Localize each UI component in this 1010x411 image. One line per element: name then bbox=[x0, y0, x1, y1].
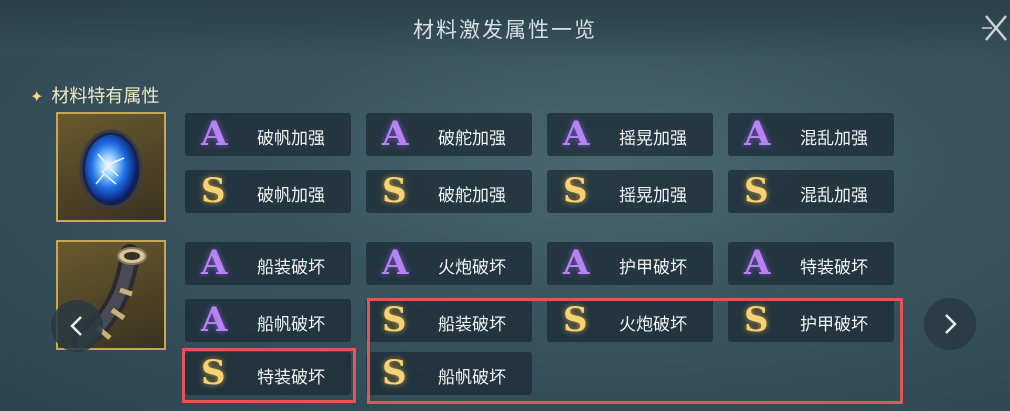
attribute-label: 破帆加强 bbox=[257, 186, 325, 206]
chevron-left-icon bbox=[70, 316, 82, 336]
grade-a-icon: A bbox=[382, 114, 409, 154]
section-title: ✦ 材料特有属性 bbox=[30, 82, 159, 108]
grade-a-icon: A bbox=[744, 114, 771, 154]
next-page-button[interactable] bbox=[924, 298, 976, 350]
grade-s-icon: S bbox=[563, 171, 588, 211]
attribute-cell: A 混乱加强 bbox=[728, 113, 894, 156]
attribute-cell: A 破舵加强 bbox=[366, 113, 532, 156]
chevron-right-icon bbox=[945, 314, 957, 334]
highlight-box-s-special bbox=[182, 348, 356, 403]
grade-a-icon: A bbox=[744, 243, 771, 283]
grade-a-icon: A bbox=[201, 114, 228, 154]
attribute-label: 火炮破坏 bbox=[438, 258, 506, 278]
grade-s-icon: S bbox=[382, 171, 407, 211]
attribute-label: 摇晃加强 bbox=[619, 129, 687, 149]
attribute-label: 摇晃加强 bbox=[619, 186, 687, 206]
attribute-label: 护甲破坏 bbox=[619, 258, 687, 278]
grade-a-icon: A bbox=[201, 300, 228, 340]
attribute-cell: S 破帆加强 bbox=[185, 170, 351, 213]
grade-a-icon: A bbox=[382, 243, 409, 283]
attribute-label: 破舵加强 bbox=[438, 129, 506, 149]
attribute-cell: A 护甲破坏 bbox=[547, 242, 713, 285]
attribute-cell: A 火炮破坏 bbox=[366, 242, 532, 285]
grade-a-icon: A bbox=[201, 243, 228, 283]
blue-orb-icon bbox=[79, 129, 143, 209]
attribute-label: 混乱加强 bbox=[800, 186, 868, 206]
section-title-text: 材料特有属性 bbox=[51, 86, 160, 107]
attribute-label: 破帆加强 bbox=[257, 129, 325, 149]
attribute-label: 混乱加强 bbox=[800, 129, 868, 149]
close-button[interactable] bbox=[980, 10, 1010, 44]
attribute-label: 破舵加强 bbox=[438, 186, 506, 206]
attribute-cell: A 船装破坏 bbox=[185, 242, 351, 285]
highlight-box-s-group bbox=[367, 298, 903, 404]
grade-a-icon: A bbox=[563, 243, 590, 283]
attribute-cell: S 破舵加强 bbox=[366, 170, 532, 213]
attribute-cell: S 摇晃加强 bbox=[547, 170, 713, 213]
attribute-cell: A 摇晃加强 bbox=[547, 113, 713, 156]
attribute-label: 船帆破坏 bbox=[257, 315, 325, 335]
attribute-cell: A 特装破坏 bbox=[728, 242, 894, 285]
grade-s-icon: S bbox=[201, 171, 226, 211]
attribute-label: 特装破坏 bbox=[800, 258, 868, 278]
page-title: 材料激发属性一览 bbox=[413, 18, 597, 42]
grade-s-icon: S bbox=[744, 171, 769, 211]
grade-a-icon: A bbox=[563, 114, 590, 154]
close-icon bbox=[982, 15, 1007, 41]
attribute-cell: A 破帆加强 bbox=[185, 113, 351, 156]
header-bar: 材料激发属性一览 bbox=[0, 0, 1010, 56]
attribute-cell: A 船帆破坏 bbox=[185, 299, 351, 342]
attribute-cell: S 混乱加强 bbox=[728, 170, 894, 213]
material-blue-orb[interactable] bbox=[56, 112, 166, 222]
sparkle-icon: ✦ bbox=[30, 87, 44, 106]
attribute-label: 船装破坏 bbox=[257, 258, 325, 278]
prev-page-button[interactable] bbox=[51, 300, 103, 352]
